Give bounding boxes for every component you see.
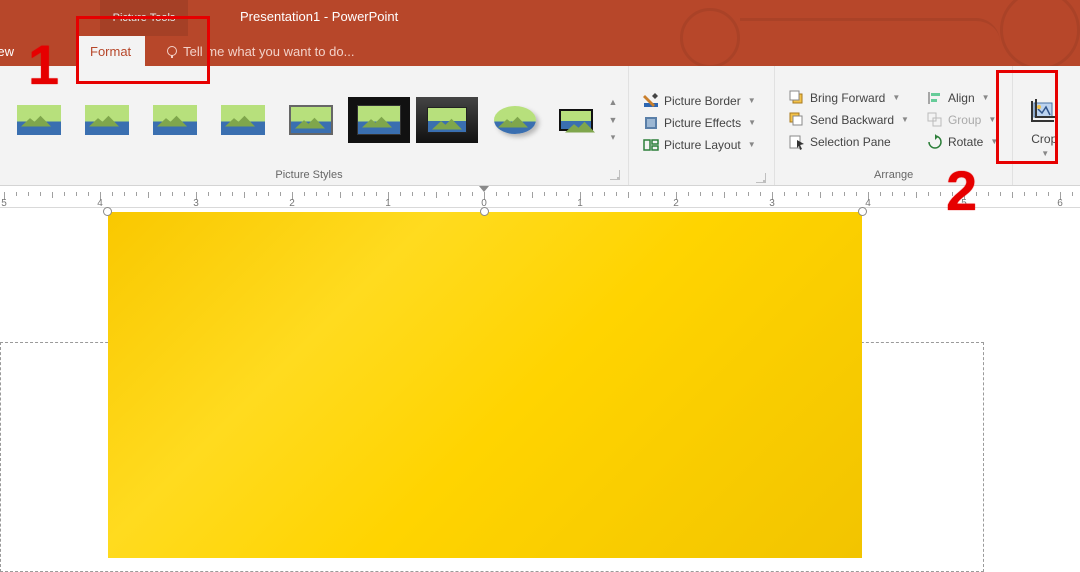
rotate-icon <box>927 134 943 150</box>
chevron-down-icon: ▼ <box>901 115 909 124</box>
group-dropdown[interactable]: Group▼ <box>923 110 1002 130</box>
contextual-tool-tab: Picture Tools <box>100 0 188 36</box>
bring-forward-icon <box>789 90 805 106</box>
picture-style-preset[interactable] <box>76 97 138 143</box>
chevron-down-icon: ▼ <box>990 137 998 146</box>
title-bar: Picture Tools Presentation1 - PowerPoint <box>0 0 1080 36</box>
tell-me-placeholder: Tell me what you want to do... <box>183 44 354 59</box>
chevron-down-icon: ▼ <box>748 96 756 105</box>
lightbulb-icon <box>167 46 177 56</box>
chevron-down-icon: ▼ <box>982 93 990 102</box>
chevron-down-icon: ▼ <box>1041 149 1049 158</box>
chevron-down-icon: ▼ <box>988 115 996 124</box>
style-gallery-scroll: ▲ ▼ ▾ <box>604 93 622 147</box>
ribbon: ▲ ▼ ▾ Picture Styles Picture Border▼ Pic… <box>0 66 1080 186</box>
layout-icon <box>643 137 659 153</box>
selection-pane-icon <box>789 134 805 150</box>
slide-canvas[interactable] <box>0 208 1080 562</box>
tab-view[interactable]: iew <box>0 36 28 66</box>
gallery-scroll-down[interactable]: ▼ <box>604 111 622 129</box>
group-arrange: Bring Forward▼ Send Backward▼ Selection … <box>775 66 1013 185</box>
crop-icon <box>1028 97 1060 129</box>
tab-format[interactable]: Format <box>76 36 145 66</box>
group-icon <box>927 112 943 128</box>
picture-style-preset[interactable] <box>280 97 342 143</box>
picture-effects-dropdown[interactable]: Picture Effects▼ <box>639 113 760 133</box>
gallery-expand[interactable]: ▾ <box>604 129 622 147</box>
selection-pane-button[interactable]: Selection Pane <box>785 132 913 152</box>
crop-label: Crop <box>1031 132 1057 146</box>
picture-style-preset[interactable] <box>348 97 410 143</box>
bring-forward-dropdown[interactable]: Bring Forward▼ <box>785 88 913 108</box>
group-label: Picture Styles <box>8 167 610 183</box>
chevron-down-icon: ▼ <box>892 93 900 102</box>
crop-button[interactable]: Crop ▼ <box>1019 93 1069 162</box>
send-backward-icon <box>789 112 805 128</box>
picture-style-preset[interactable] <box>484 97 546 143</box>
picture-style-preset[interactable] <box>552 102 600 138</box>
picture-border-dropdown[interactable]: Picture Border▼ <box>639 91 760 111</box>
align-icon <box>927 90 943 106</box>
picture-style-preset[interactable] <box>416 97 478 143</box>
dialog-launcher-icon[interactable] <box>756 173 766 183</box>
resize-handle[interactable] <box>858 207 867 216</box>
picture-style-preset[interactable] <box>8 97 70 143</box>
pencil-border-icon <box>643 93 659 109</box>
align-dropdown[interactable]: Align▼ <box>923 88 1002 108</box>
chevron-down-icon: ▼ <box>748 118 756 127</box>
group-picture-adjust: Picture Border▼ Picture Effects▼ Picture… <box>629 66 775 185</box>
dialog-launcher-icon[interactable] <box>610 170 620 180</box>
picture-style-preset[interactable] <box>212 97 274 143</box>
effects-icon <box>643 115 659 131</box>
send-backward-dropdown[interactable]: Send Backward▼ <box>785 110 913 130</box>
group-crop: Crop ▼ <box>1013 66 1075 185</box>
resize-handle[interactable] <box>103 207 112 216</box>
gallery-scroll-up[interactable]: ▲ <box>604 93 622 111</box>
selected-picture[interactable] <box>108 212 862 558</box>
picture-layout-dropdown[interactable]: Picture Layout▼ <box>639 135 760 155</box>
group-label: Arrange <box>781 167 1006 183</box>
horizontal-ruler[interactable]: 65432101234567 <box>0 186 1080 208</box>
decorative-trace-icon <box>740 18 1000 42</box>
chevron-down-icon: ▼ <box>748 140 756 149</box>
group-picture-styles: ▲ ▼ ▾ Picture Styles <box>0 66 629 185</box>
window-title: Presentation1 - PowerPoint <box>240 9 398 24</box>
tell-me-search[interactable]: Tell me what you want to do... <box>145 36 354 66</box>
decorative-swirl-icon <box>680 8 740 68</box>
picture-style-preset[interactable] <box>144 97 206 143</box>
rotate-dropdown[interactable]: Rotate▼ <box>923 132 1002 152</box>
resize-handle[interactable] <box>480 207 489 216</box>
